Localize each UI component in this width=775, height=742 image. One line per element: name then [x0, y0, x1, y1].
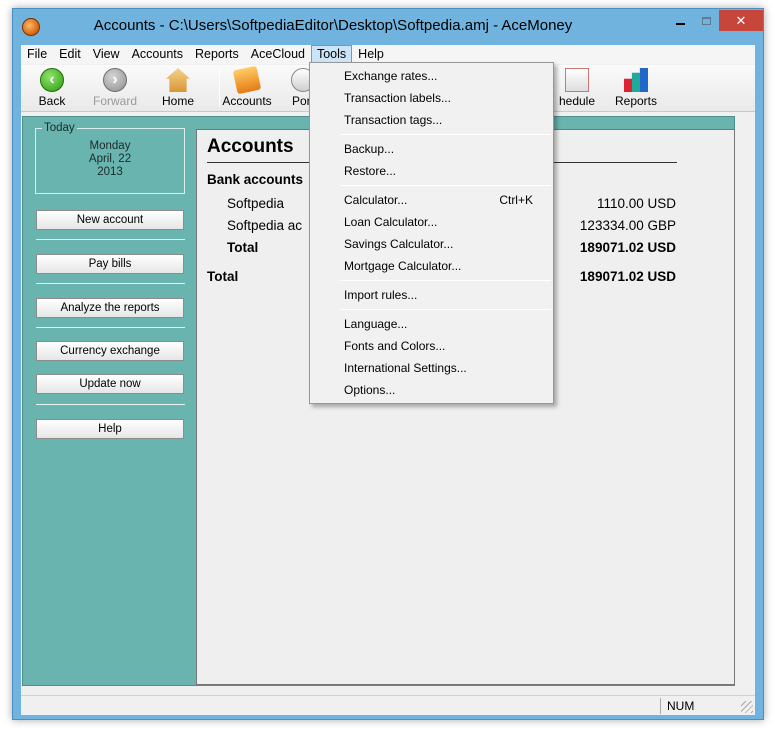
- home-button[interactable]: Home: [146, 65, 210, 111]
- menu-exchange-rates[interactable]: Exchange rates...: [310, 66, 553, 86]
- subtotal-label: Total: [227, 240, 259, 255]
- menu-backup[interactable]: Backup...: [310, 139, 553, 159]
- schedule-label: hedule: [558, 94, 596, 108]
- window-title: Accounts - C:\Users\SoftpediaEditor\Desk…: [93, 17, 573, 34]
- menu-separator: [340, 134, 551, 135]
- help-button[interactable]: Help: [36, 419, 184, 439]
- today-box: Today Monday April, 22 2013: [35, 122, 185, 194]
- update-now-button[interactable]: Update now: [36, 374, 184, 394]
- menu-calculator-shortcut: Ctrl+K: [499, 193, 533, 207]
- resize-grip-icon[interactable]: [741, 701, 753, 713]
- sidebar-separator: [36, 283, 185, 284]
- menu-savings-calculator[interactable]: Savings Calculator...: [310, 234, 553, 254]
- menu-loan-calculator[interactable]: Loan Calculator...: [310, 212, 553, 232]
- today-legend: Today: [42, 122, 77, 134]
- menu-options[interactable]: Options...: [310, 380, 553, 400]
- new-account-button[interactable]: New account: [36, 210, 184, 230]
- num-lock-indicator: NUM: [660, 698, 730, 714]
- accounts-icon: [232, 65, 262, 95]
- pay-bills-button[interactable]: Pay bills: [36, 254, 184, 274]
- forward-button[interactable]: › Forward: [83, 65, 147, 111]
- forward-arrow-icon: ›: [103, 68, 127, 92]
- today-day: Monday: [89, 140, 131, 152]
- reports-icon: [624, 68, 648, 92]
- account-balance: 1110.00 USD: [596, 196, 676, 211]
- schedule-button[interactable]: hedule: [557, 65, 597, 111]
- home-label: Home: [161, 94, 194, 108]
- sidebar-separator: [36, 327, 185, 328]
- reports-label: Reports: [614, 94, 658, 108]
- status-bar: NUM: [21, 695, 755, 715]
- back-arrow-icon: ‹: [40, 68, 64, 92]
- minimize-button[interactable]: [667, 10, 693, 31]
- title-bar[interactable]: Accounts - C:\Users\SoftpediaEditor\Desk…: [13, 9, 763, 45]
- menu-view[interactable]: View: [87, 45, 126, 64]
- account-name[interactable]: Softpedia: [227, 196, 284, 211]
- menu-transaction-labels[interactable]: Transaction labels...: [310, 88, 553, 108]
- menu-transaction-tags[interactable]: Transaction tags...: [310, 110, 553, 130]
- tools-dropdown-menu: Exchange rates... Transaction labels... …: [309, 62, 554, 404]
- currency-exchange-button[interactable]: Currency exchange: [36, 341, 184, 361]
- subtotal-value: 189071.02 USD: [579, 240, 676, 255]
- analyze-reports-button[interactable]: Analyze the reports: [36, 298, 184, 318]
- sidebar-separator: [36, 404, 185, 405]
- menu-separator: [340, 185, 551, 186]
- menu-accounts[interactable]: Accounts: [126, 45, 189, 64]
- menu-import-rules[interactable]: Import rules...: [310, 285, 553, 305]
- menu-calculator-label: Calculator...: [344, 193, 408, 207]
- back-button[interactable]: ‹ Back: [20, 65, 84, 111]
- panel-title: Accounts: [207, 136, 294, 157]
- sidebar-separator: [36, 239, 185, 240]
- menu-file[interactable]: File: [21, 45, 53, 64]
- menu-separator: [340, 280, 551, 281]
- menu-acecloud[interactable]: AceCloud: [245, 45, 311, 64]
- menu-international-settings[interactable]: International Settings...: [310, 358, 553, 378]
- maximize-button[interactable]: [693, 10, 719, 31]
- back-label: Back: [38, 94, 66, 108]
- account-name[interactable]: Softpedia ac: [227, 218, 302, 233]
- section-heading: Bank accounts: [207, 172, 304, 187]
- menu-edit[interactable]: Edit: [53, 45, 87, 64]
- accounts-label: Accounts: [222, 94, 272, 108]
- menu-calculator[interactable]: Calculator... Ctrl+K: [310, 190, 553, 210]
- total-label: Total: [207, 269, 239, 284]
- home-icon: [166, 68, 190, 92]
- today-year: 2013: [97, 166, 123, 178]
- menu-language[interactable]: Language...: [310, 314, 553, 334]
- menu-reports[interactable]: Reports: [189, 45, 245, 64]
- schedule-icon: [565, 68, 589, 92]
- menu-fonts-colors[interactable]: Fonts and Colors...: [310, 336, 553, 356]
- today-date: April, 22: [88, 153, 132, 165]
- menu-restore[interactable]: Restore...: [310, 161, 553, 181]
- accounts-button[interactable]: Accounts: [215, 65, 279, 111]
- reports-button[interactable]: Reports: [604, 65, 668, 111]
- account-balance: 123334.00 GBP: [579, 218, 676, 233]
- close-button[interactable]: ✕: [719, 10, 763, 31]
- forward-label: Forward: [92, 94, 137, 108]
- total-value: 189071.02 USD: [579, 269, 676, 284]
- menu-separator: [340, 309, 551, 310]
- menu-mortgage-calculator[interactable]: Mortgage Calculator...: [310, 256, 553, 276]
